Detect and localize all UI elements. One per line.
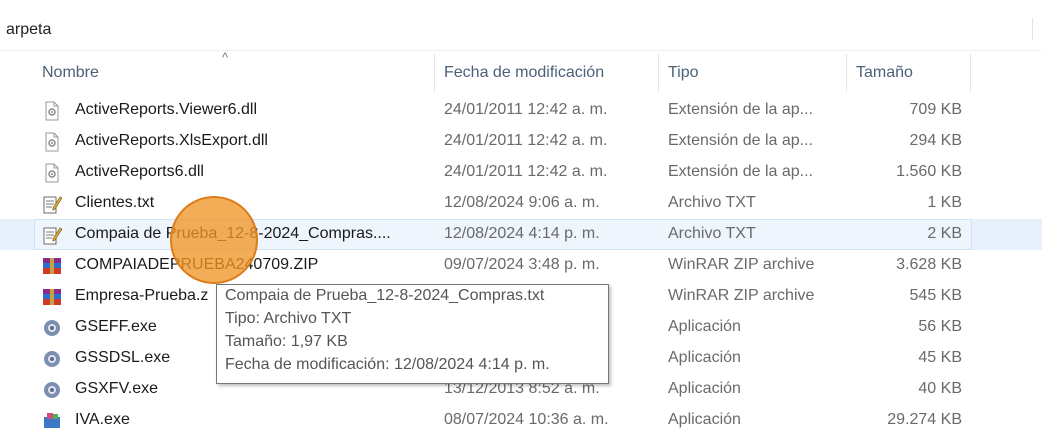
file-size: 545 KB <box>909 287 962 304</box>
file-name: Empresa-Prueba.z <box>75 287 209 304</box>
file-size: 29.274 KB <box>887 411 962 428</box>
address-bar-edge <box>1032 18 1038 40</box>
file-name: GSEFF.exe <box>75 318 157 335</box>
text-file-icon <box>42 194 63 214</box>
column-header-row: ^ Nombre Fecha de modificación Tipo Tama… <box>0 50 1042 92</box>
file-size: 56 KB <box>918 318 962 335</box>
file-type: WinRAR ZIP archive <box>668 287 815 304</box>
column-divider[interactable] <box>434 54 435 92</box>
file-row[interactable]: IVA.exe 08/07/2024 10:36 a. m. Aplicación 2… <box>0 405 1042 436</box>
file-size: 1.560 KB <box>896 163 962 180</box>
file-type: Extensión de la ap... <box>668 163 813 180</box>
file-date: 24/01/2011 12:42 a. m. <box>444 132 608 149</box>
file-size: 3.628 KB <box>896 256 962 273</box>
file-type: Aplicación <box>668 380 741 397</box>
tooltip-filename: Compaia de Prueba_12-8-2024_Compras.txt <box>225 287 545 304</box>
app-icon <box>42 411 62 431</box>
file-name: ActiveReports.Viewer6.dll <box>75 101 258 118</box>
text-file-icon <box>42 225 63 245</box>
file-type: Archivo TXT <box>668 194 756 211</box>
file-size: 40 KB <box>918 380 962 397</box>
column-header-size[interactable]: Tamaño <box>856 64 913 82</box>
file-row[interactable]: COMPAIADEPRUEBA240709.ZIP09/07/2024 3:48… <box>0 250 1042 281</box>
sort-ascending-icon: ^ <box>222 50 229 65</box>
gear-app-icon <box>42 318 62 338</box>
file-type: Extensión de la ap... <box>668 132 813 149</box>
file-date: 24/01/2011 12:42 a. m. <box>444 101 608 118</box>
file-row[interactable]: ActiveReports.XlsExport.dll 24/01/2011 12… <box>0 126 1042 157</box>
file-name: Clientes.txt <box>75 194 155 211</box>
file-type: Extensión de la ap... <box>668 101 813 118</box>
file-row[interactable]: Compaia de Prueba_12-8-2024_Compras.... 1… <box>0 219 1042 250</box>
breadcrumb-folder[interactable]: arpeta <box>6 21 51 39</box>
file-type: WinRAR ZIP archive <box>668 256 815 273</box>
file-name: ActiveReports.XlsExport.dll <box>75 132 268 149</box>
column-header-type[interactable]: Tipo <box>668 64 699 82</box>
file-list: ActiveReports.Viewer6.dll 24/01/2011 12:4… <box>0 95 1042 436</box>
column-divider[interactable] <box>658 54 659 92</box>
column-divider[interactable] <box>970 54 971 92</box>
winrar-icon <box>42 256 62 276</box>
file-name: ActiveReports6.dll <box>75 163 204 180</box>
file-tooltip: Compaia de Prueba_12-8-2024_Compras.txt … <box>216 284 609 384</box>
file-date: 24/01/2011 12:42 a. m. <box>444 163 608 180</box>
dll-file-icon <box>42 101 62 121</box>
file-size: 709 KB <box>909 101 962 118</box>
gear-app-icon <box>42 380 62 400</box>
file-date: 08/07/2024 10:36 a. m. <box>444 411 609 428</box>
mouse-cursor-highlight <box>170 196 258 284</box>
address-bar[interactable]: arpeta <box>0 10 1042 51</box>
file-name: GSSDSL.exe <box>75 349 171 366</box>
file-date: 09/07/2024 3:48 p. m. <box>444 256 600 273</box>
file-type: Aplicación <box>668 411 741 428</box>
file-date: 12/08/2024 4:14 p. m. <box>444 225 600 242</box>
tooltip-size: Tamaño: 1,97 KB <box>225 333 348 350</box>
tooltip-type: Tipo: Archivo TXT <box>225 310 352 327</box>
gear-app-icon <box>42 349 62 369</box>
file-date: 12/08/2024 9:06 a. m. <box>444 194 600 211</box>
dll-file-icon <box>42 132 62 152</box>
file-type: Archivo TXT <box>668 225 756 242</box>
winrar-icon <box>42 287 62 307</box>
file-size: 45 KB <box>918 349 962 366</box>
column-divider[interactable] <box>846 54 847 92</box>
dll-file-icon <box>42 163 62 183</box>
file-row[interactable]: ActiveReports.Viewer6.dll 24/01/2011 12:4… <box>0 95 1042 126</box>
file-size: 2 KB <box>927 225 962 242</box>
file-row[interactable]: Clientes.txt 12/08/2024 9:06 a. m. Archivo… <box>0 188 1042 219</box>
file-size: 294 KB <box>909 132 962 149</box>
column-header-date[interactable]: Fecha de modificación <box>444 64 604 82</box>
file-type: Aplicación <box>668 349 741 366</box>
tooltip-date: Fecha de modificación: 12/08/2024 4:14 p… <box>225 356 550 373</box>
file-type: Aplicación <box>668 318 741 335</box>
file-name: IVA.exe <box>75 411 130 428</box>
file-row[interactable]: ActiveReports6.dll 24/01/2011 12:42 a. m.… <box>0 157 1042 188</box>
file-size: 1 KB <box>927 194 962 211</box>
file-name: GSXFV.exe <box>75 380 159 397</box>
column-header-name[interactable]: Nombre <box>42 64 99 82</box>
